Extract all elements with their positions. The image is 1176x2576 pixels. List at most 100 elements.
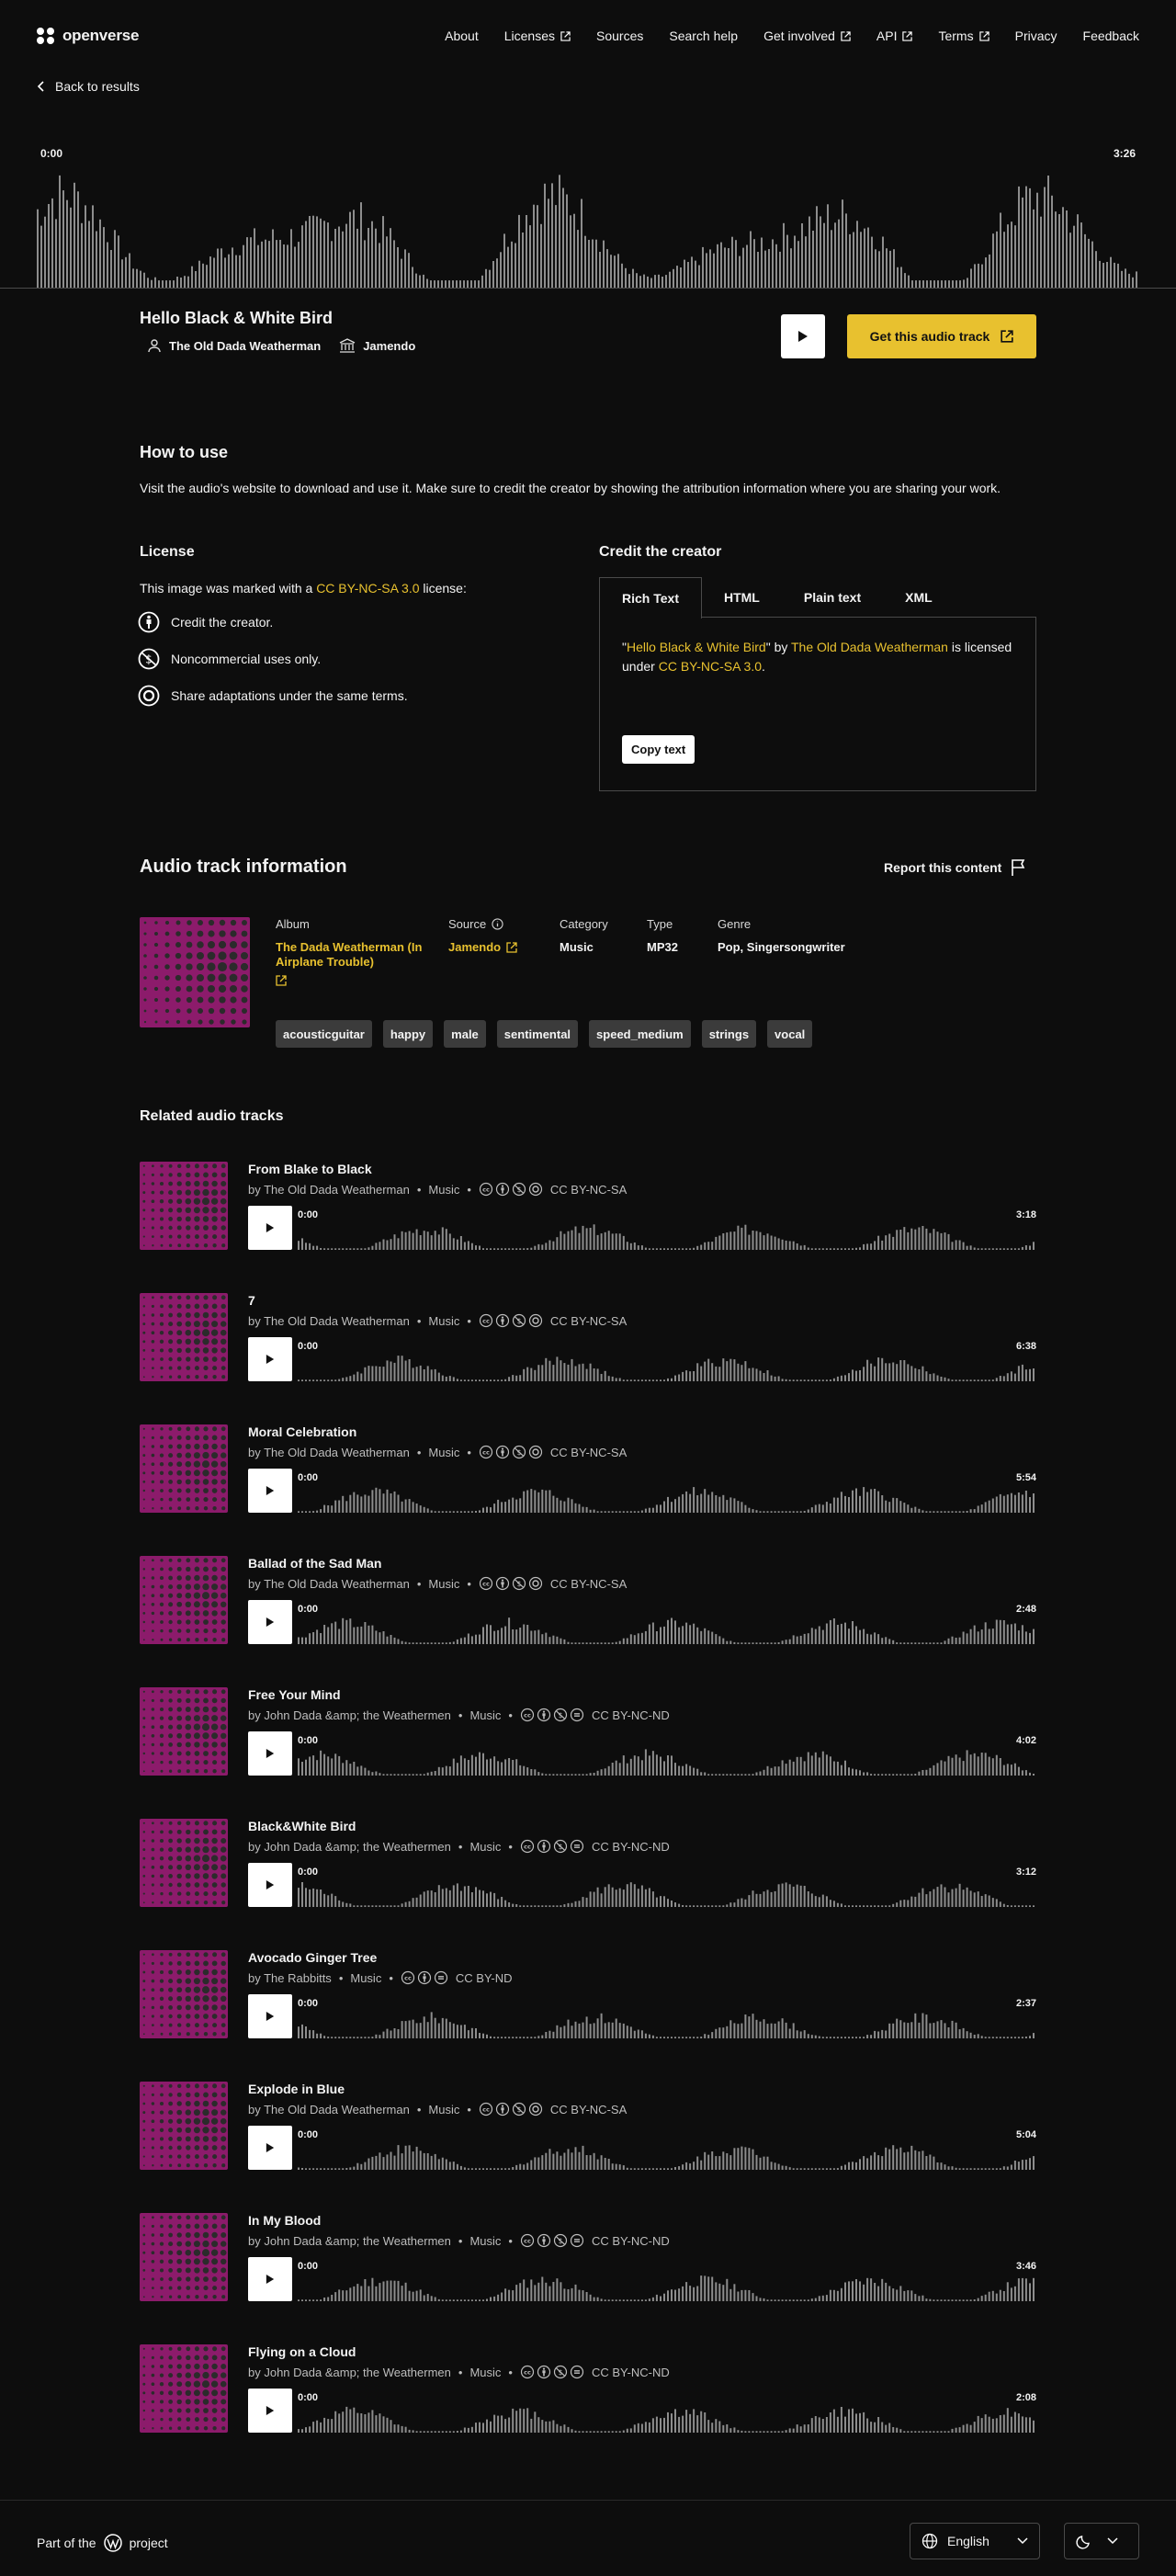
attr-license-link[interactable]: CC BY-NC-SA 3.0	[659, 659, 762, 674]
openverse-logo[interactable]: openverse	[37, 27, 139, 45]
waveform-bar	[671, 2289, 673, 2301]
related-waveform[interactable]	[298, 2268, 1036, 2301]
related-play-button[interactable]	[248, 1863, 292, 1907]
attr-title-link[interactable]: Hello Black & White Bird	[627, 640, 766, 654]
tab-plain-text[interactable]: Plain text	[782, 577, 883, 618]
related-waveform[interactable]	[298, 1742, 1036, 1776]
related-waveform[interactable]	[298, 1874, 1036, 1907]
related-waveform[interactable]	[298, 2400, 1036, 2433]
nav-sources[interactable]: Sources	[596, 28, 643, 43]
related-play-button[interactable]	[248, 1206, 292, 1250]
related-waveform[interactable]	[298, 1348, 1036, 1381]
nav-feedback[interactable]: Feedback	[1083, 28, 1139, 43]
main-waveform-player[interactable]: 0:00 3:26	[0, 147, 1176, 289]
theme-select[interactable]	[1064, 2523, 1139, 2559]
related-play-button[interactable]	[248, 1469, 292, 1513]
waveform-bar	[585, 2292, 588, 2301]
waveform-bar	[733, 2148, 736, 2170]
related-track-title[interactable]: Flying on a Cloud	[248, 2344, 356, 2359]
tab-xml[interactable]: XML	[883, 577, 955, 618]
language-select[interactable]: English	[910, 2523, 1040, 2559]
get-audio-button[interactable]: Get this audio track	[847, 314, 1036, 358]
nav-licenses[interactable]: Licenses	[504, 28, 571, 43]
related-track-title[interactable]: Explode in Blue	[248, 2082, 345, 2096]
related-play-button[interactable]	[248, 2257, 292, 2301]
related-waveform[interactable]	[298, 1217, 1036, 1250]
nav-terms[interactable]: Terms	[938, 28, 989, 43]
related-play-button[interactable]	[248, 1731, 292, 1776]
cover-dot	[220, 1821, 226, 1826]
wordpress-icon[interactable]	[103, 2534, 122, 2552]
related-play-button[interactable]	[248, 1337, 292, 1381]
tag[interactable]: vocal	[767, 1020, 813, 1048]
tag[interactable]: speed_medium	[589, 1020, 691, 1048]
cover-dot	[168, 1366, 173, 1370]
cover-dot	[185, 2372, 192, 2378]
license-link[interactable]: CC BY-NC-SA 3.0	[316, 581, 419, 596]
related-track-title[interactable]: In My Blood	[248, 2213, 321, 2228]
related-track-item[interactable]: Ballad of the Sad Man by The Old Dada We…	[140, 1556, 1036, 1644]
related-track-title[interactable]: Moral Celebration	[248, 1424, 356, 1439]
nav-about[interactable]: About	[445, 28, 479, 43]
cover-dot	[168, 1234, 173, 1239]
tab-rich-text[interactable]: Rich Text	[599, 577, 702, 618]
source-link[interactable]: Jamendo	[339, 338, 415, 353]
source-value-link[interactable]: Jamendo	[448, 940, 517, 955]
tag[interactable]: acousticguitar	[276, 1020, 372, 1048]
related-track-title[interactable]: From Blake to Black	[248, 1162, 372, 1176]
waveform-bar	[327, 222, 329, 288]
related-track-item[interactable]: Avocado Ginger Tree by The Rabbitts • Mu…	[140, 1950, 1036, 2038]
waveform-bar	[944, 280, 946, 288]
related-track-item[interactable]: Free Your Mind by John Dada &amp; the We…	[140, 1687, 1036, 1776]
related-track-title[interactable]: Free Your Mind	[248, 1687, 341, 1702]
related-play-button[interactable]	[248, 2389, 292, 2433]
cover-dot	[159, 2137, 164, 2141]
related-track-item[interactable]: Flying on a Cloud by John Dada &amp; the…	[140, 2344, 1036, 2433]
cover-dot	[211, 2145, 218, 2150]
waveform-bar	[342, 2290, 345, 2301]
related-track-title[interactable]: Black&White Bird	[248, 1819, 356, 1833]
tag[interactable]: happy	[382, 1020, 434, 1048]
album-link[interactable]: The Dada Weatherman (In Airplane Trouble…	[276, 940, 423, 986]
waveform-bar	[840, 2287, 842, 2301]
nav-api[interactable]: API	[876, 28, 913, 43]
related-track-item[interactable]: In My Blood by John Dada &amp; the Weath…	[140, 2213, 1036, 2301]
related-waveform[interactable]	[298, 1480, 1036, 1513]
waveform-bar	[571, 2287, 573, 2301]
nav-privacy[interactable]: Privacy	[1015, 28, 1057, 43]
related-play-button[interactable]	[248, 1994, 292, 2038]
tag[interactable]: strings	[701, 1020, 757, 1048]
related-track-item[interactable]: Moral Celebration by The Old Dada Weathe…	[140, 1424, 1036, 1513]
related-track-title[interactable]: Ballad of the Sad Man	[248, 1556, 381, 1571]
tag[interactable]: sentimental	[496, 1020, 579, 1048]
cover-dot	[177, 2163, 182, 2168]
copy-text-button[interactable]: Copy text	[622, 735, 695, 764]
creator-link[interactable]: The Old Dada Weatherman	[147, 338, 321, 353]
nav-get-involved[interactable]: Get involved	[763, 28, 851, 43]
attr-creator-link[interactable]: The Old Dada Weatherman	[791, 640, 948, 654]
related-track-title[interactable]: 7	[248, 1293, 255, 1308]
related-track-title[interactable]: Avocado Ginger Tree	[248, 1950, 377, 1965]
related-play-button[interactable]	[248, 2126, 292, 2170]
cover-dot	[175, 1019, 181, 1025]
source-label: Source	[448, 917, 487, 931]
waveform-bar	[331, 1248, 334, 1250]
waveform-bar	[379, 2035, 381, 2038]
report-content-button[interactable]: Report this content	[884, 858, 1027, 877]
related-track-item[interactable]: Explode in Blue by The Old Dada Weatherm…	[140, 2082, 1036, 2170]
related-waveform[interactable]	[298, 2137, 1036, 2170]
tab-html[interactable]: HTML	[702, 577, 782, 618]
related-waveform[interactable]	[298, 1611, 1036, 1644]
play-button[interactable]	[781, 314, 825, 358]
related-track-item[interactable]: 7 by The Old Dada Weatherman • Music • c…	[140, 1293, 1036, 1381]
related-waveform[interactable]	[298, 2005, 1036, 2038]
related-track-item[interactable]: Black&White Bird by John Dada &amp; the …	[140, 1819, 1036, 1907]
related-play-button[interactable]	[248, 1600, 292, 1644]
waveform-bar	[526, 2408, 529, 2433]
back-to-results-link[interactable]: Back to results	[37, 79, 140, 94]
info-icon[interactable]	[492, 918, 503, 930]
nav-search-help[interactable]: Search help	[669, 28, 738, 43]
related-track-item[interactable]: From Blake to Black by The Old Dada Weat…	[140, 1162, 1036, 1250]
tag[interactable]: male	[444, 1020, 486, 1048]
cover-dot	[220, 2364, 227, 2369]
